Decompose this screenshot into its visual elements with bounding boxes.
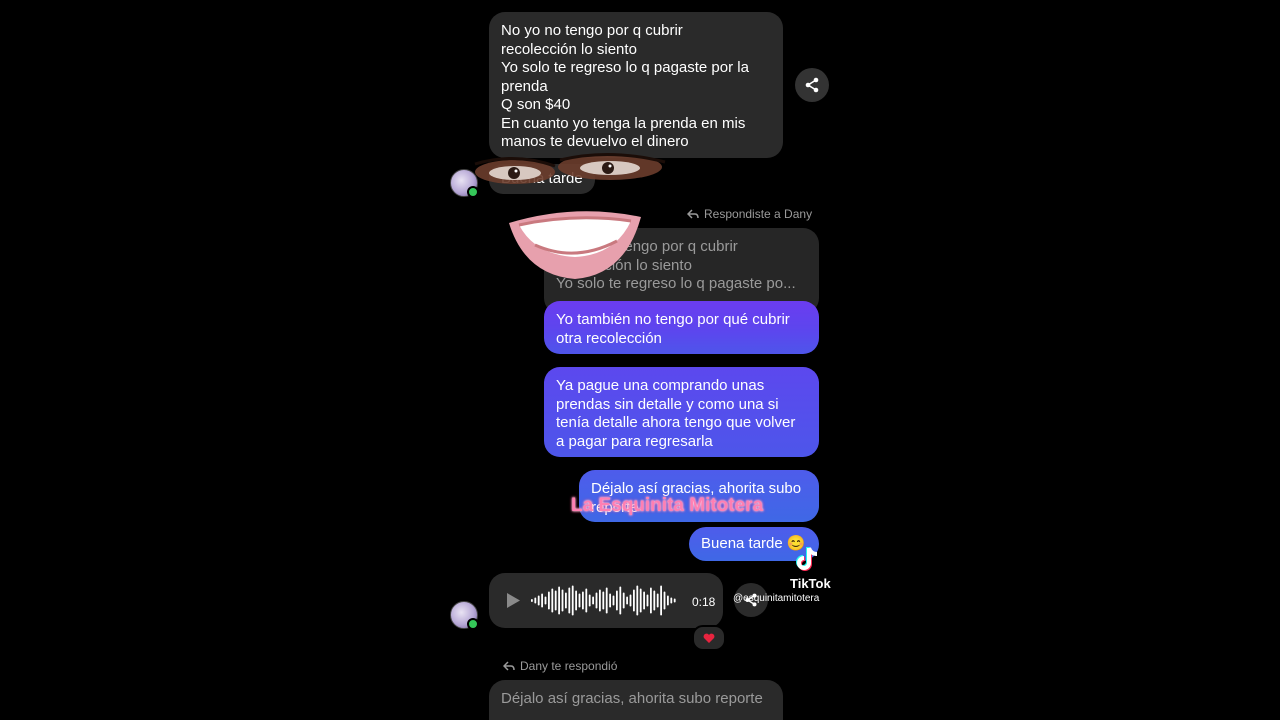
heart-icon bbox=[703, 633, 715, 643]
waveform-bar bbox=[537, 595, 540, 606]
waveform-bar bbox=[565, 592, 567, 609]
waveform-bar bbox=[605, 587, 608, 614]
message-line: otra recolección bbox=[556, 329, 662, 347]
waveform-bar bbox=[619, 586, 622, 615]
eyes-sticker bbox=[474, 152, 666, 184]
reply-label-text: Dany te respondió bbox=[520, 659, 618, 673]
waveform-bar bbox=[571, 585, 574, 616]
message-line: recolección lo siento bbox=[501, 40, 637, 58]
waveform-bar bbox=[541, 593, 543, 608]
waveform-bar bbox=[558, 586, 560, 615]
waveform[interactable] bbox=[529, 583, 681, 618]
tiktok-icon bbox=[796, 547, 818, 571]
waveform-bar bbox=[599, 589, 601, 612]
waveform-bar bbox=[646, 594, 649, 607]
message-line: manos te devuelvo el dinero bbox=[501, 133, 689, 150]
waveform-bar bbox=[622, 592, 625, 609]
waveform-bar bbox=[585, 588, 588, 613]
waveform-bar bbox=[670, 597, 673, 604]
waveform-bar bbox=[568, 587, 571, 614]
waveform-bar bbox=[595, 592, 598, 609]
reaction-badge[interactable] bbox=[692, 625, 726, 651]
message-line: Yo también no tengo por qué cubrir bbox=[556, 311, 790, 328]
waveform-bar bbox=[653, 590, 656, 611]
waveform-bar bbox=[616, 590, 618, 611]
mouth-sticker bbox=[509, 211, 641, 279]
waveform-bar bbox=[592, 596, 594, 605]
waveform-bar bbox=[663, 591, 666, 610]
waveform-bar bbox=[561, 589, 564, 612]
reply-arrow-icon bbox=[687, 209, 699, 219]
message-line: prenda bbox=[501, 77, 548, 95]
waveform-bar bbox=[578, 593, 581, 608]
waveform-bar bbox=[544, 596, 547, 605]
waveform-bar bbox=[660, 585, 662, 616]
waveform-bar bbox=[612, 595, 615, 606]
share-button[interactable] bbox=[795, 68, 829, 102]
waveform-bar bbox=[667, 595, 669, 606]
waveform-bar bbox=[636, 585, 639, 616]
reply-label: Respondiste a Dany bbox=[687, 207, 812, 221]
message-line: Yo solo te regreso lo q pagaste por la bbox=[501, 59, 749, 76]
waveform-bar bbox=[551, 588, 554, 613]
waveform-bar bbox=[643, 591, 645, 610]
online-indicator bbox=[467, 618, 479, 630]
audio-duration: 0:18 bbox=[692, 595, 716, 609]
waveform-bar bbox=[531, 599, 533, 602]
waveform-bar bbox=[656, 593, 659, 608]
play-icon[interactable] bbox=[505, 592, 521, 609]
waveform-bar bbox=[602, 591, 605, 610]
waveform-bar bbox=[534, 597, 537, 604]
audio-message[interactable]: 0:18 bbox=[489, 573, 723, 628]
message-line: Ya pague una comprando unas bbox=[556, 377, 765, 394]
waveform-bar bbox=[582, 591, 584, 610]
waveform-bar bbox=[639, 588, 642, 613]
reply-label-text: Respondiste a Dany bbox=[704, 207, 813, 221]
message-line: a pagar para regresarla bbox=[556, 432, 713, 450]
message-line: prendas sin detalle y como una si bbox=[556, 395, 779, 413]
waveform-bar bbox=[548, 591, 550, 610]
quoted-message[interactable]: Déjalo así gracias, ahorita subo reporte bbox=[489, 680, 783, 720]
watermark: La Esquinita Mitotera bbox=[571, 495, 764, 516]
received-message[interactable]: No yo no tengo por q cubrir recolección … bbox=[489, 12, 783, 158]
waveform-bar bbox=[629, 594, 632, 607]
message-line: En cuanto yo tenga la prenda en mis bbox=[501, 114, 746, 132]
waveform-bar bbox=[554, 590, 557, 611]
share-icon bbox=[805, 77, 819, 93]
sent-message[interactable]: Yo también no tengo por qué cubrir otra … bbox=[544, 301, 819, 354]
waveform-bar bbox=[650, 587, 652, 614]
waveform-bar bbox=[609, 593, 611, 608]
message-text: Déjalo así gracias, ahorita subo reporte bbox=[501, 690, 763, 707]
tiktok-brand: TikTok bbox=[790, 576, 831, 591]
waveform-bar bbox=[626, 596, 628, 605]
message-line: No yo no tengo por q cubrir bbox=[501, 22, 683, 39]
waveform-bar bbox=[575, 590, 577, 611]
waveform-bar bbox=[633, 589, 635, 612]
sent-message[interactable]: Ya pague una comprando unas prendas sin … bbox=[544, 367, 819, 457]
message-line: Q son $40 bbox=[501, 96, 571, 113]
waveform-bar bbox=[588, 594, 591, 607]
waveform-bar bbox=[673, 598, 676, 603]
reply-label: Dany te respondió bbox=[503, 659, 617, 673]
tiktok-logo: TikTok bbox=[790, 545, 831, 591]
message-line: tenía detalle ahora tengo que volver bbox=[556, 414, 796, 431]
tiktok-username: @esquinitamitotera bbox=[733, 593, 820, 604]
avatar[interactable] bbox=[450, 601, 479, 630]
reply-arrow-icon bbox=[503, 661, 515, 671]
